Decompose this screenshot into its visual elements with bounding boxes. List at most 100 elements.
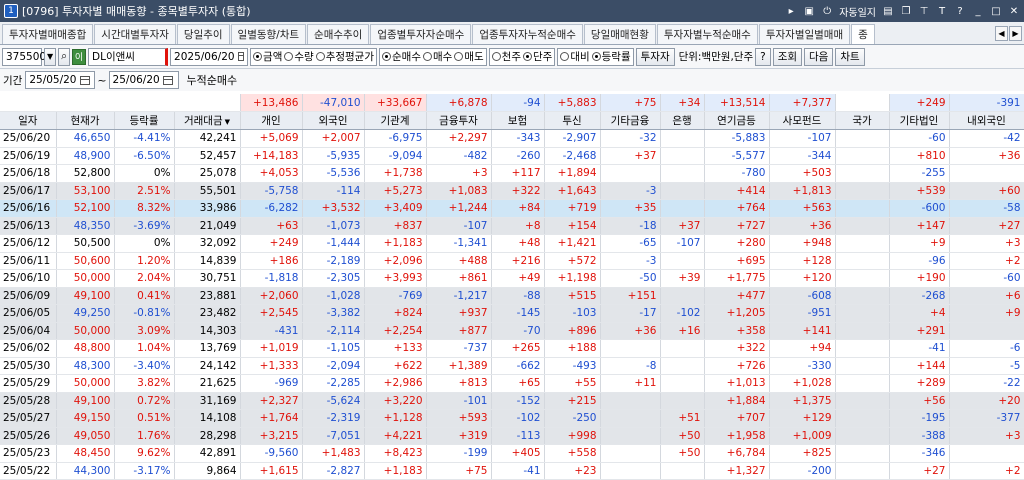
cell-price: 46,650 [56, 129, 115, 148]
column-header-change-rate[interactable]: 등락률 [114, 111, 175, 130]
radio-avg-price[interactable]: 추정평균가 [315, 49, 374, 64]
summary-pension: +13,514 [704, 94, 770, 112]
table-row[interactable]: 25/06/04 50,000 3.09% 14,303 -431 -2,114 +2,25… [0, 322, 1024, 340]
table-row[interactable]: 25/05/26 49,050 1.76% 28,298 +3,215 -7,051 +4,… [0, 427, 1024, 445]
radio-quantity[interactable]: 수량 [284, 49, 314, 64]
column-header-trust[interactable]: 투신 [544, 111, 601, 130]
table-row[interactable]: 25/06/12 50,500 0% 32,092 +249 -1,444 +1,183 -1… [0, 234, 1024, 253]
search-button[interactable]: ⌕ [58, 47, 71, 66]
table-row[interactable]: 25/06/11 50,600 1.20% 14,839 +186 -2,189 +2,09… [0, 252, 1024, 270]
period-from-value: 25/05/20 [29, 74, 77, 86]
play-icon[interactable]: ▸ [785, 6, 797, 17]
column-header-domestic-foreign[interactable]: 내외국인 [949, 111, 1024, 130]
column-header-insurance[interactable]: 보험 [491, 111, 545, 130]
radio-buy[interactable]: 매수 [423, 49, 452, 64]
table-row[interactable]: 25/05/22 44,300 -3.17% 9,864 +1,615 -2,827 +1,… [0, 462, 1024, 480]
window-titlebar: 1 [0796] 투자자별 매매동향 - 종목별투자자 (통합) ▸ ▣ ⏻ 자… [0, 0, 1024, 22]
cell-price: 49,150 [56, 409, 115, 428]
help-icon[interactable]: ? [954, 6, 966, 17]
column-header-price[interactable]: 현재가 [56, 111, 115, 130]
column-header-other-corp[interactable]: 기타법인 [889, 111, 950, 130]
tab-time-investor[interactable]: 시간대별투자자 [94, 24, 176, 44]
radio-amount[interactable]: 금액 [253, 49, 282, 64]
calendar-icon[interactable] [237, 52, 245, 61]
tab-investor-daily[interactable]: 투자자별일별매매 [758, 24, 851, 44]
code-dropdown-button[interactable]: ▼ [44, 47, 57, 66]
column-header-institution[interactable]: 기관계 [364, 111, 427, 130]
column-header-individual[interactable]: 개인 [240, 111, 303, 130]
table-row[interactable]: 25/05/29 50,000 3.82% 21,625 -969 -2,285 +2,98… [0, 374, 1024, 393]
table-row[interactable]: 25/06/09 49,100 0.41% 23,881 +2,060 -1,028 -76… [0, 287, 1024, 305]
query-date-input[interactable]: 2025/06/20 [170, 47, 249, 66]
tab-scroll-left-icon[interactable]: ◀ [995, 26, 1008, 41]
tab-stock[interactable]: 종 [851, 24, 875, 44]
tab-sector-cum-net-buy[interactable]: 업종투자자누적순매수 [472, 24, 583, 44]
period-to-input[interactable]: 25/06/20 [108, 71, 179, 89]
radio-single-shares[interactable]: 단주 [522, 49, 552, 64]
column-header-other-financial[interactable]: 기타금융 [600, 111, 661, 130]
table-row[interactable]: 25/06/20 46,650 -4.41% 42,241 +5,069 +2,007 -6… [0, 129, 1024, 148]
summary-financial-inv: +6,878 [426, 94, 492, 112]
radio-compare[interactable]: 대비 [560, 49, 590, 64]
cell-institution: +824 [364, 304, 427, 323]
tab-intraday-trend[interactable]: 당일추이 [176, 24, 230, 44]
column-header-trade-value[interactable]: 거래대금 ▼ [174, 111, 241, 130]
period-from-input[interactable]: 25/05/20 [25, 71, 96, 89]
next-button[interactable]: 다음 [804, 47, 834, 66]
tab-investor-summary[interactable]: 투자자별매매종합 [2, 24, 94, 44]
table-row[interactable]: 25/05/23 48,450 9.62% 42,891 -9,560 +1,483 +8,… [0, 444, 1024, 463]
tab-scroll-right-icon[interactable]: ▶ [1009, 26, 1022, 41]
table-row[interactable]: 25/06/16 52,100 8.32% 33,986 -6,282 +3,532 +3,… [0, 199, 1024, 218]
tab-daily-chart[interactable]: 일별동향/차트 [230, 24, 307, 44]
layout-icon[interactable]: ▤ [882, 6, 894, 17]
table-row[interactable]: 25/06/17 53,100 2.51% 55,501 -5,758 -114 +5,27… [0, 182, 1024, 200]
investor-button[interactable]: 투자자 [635, 47, 675, 66]
auto-close-label[interactable]: 자동일지 [839, 4, 876, 19]
cell-date: 25/06/11 [0, 252, 57, 270]
font-t-button[interactable]: T [936, 6, 948, 17]
cell-other-corp: +289 [889, 374, 950, 393]
stock-code-input[interactable]: 375500 [2, 47, 46, 66]
table-row[interactable]: 25/05/30 48,300 -3.40% 24,142 +1,333 -2,094 +6… [0, 357, 1024, 375]
column-header-government[interactable]: 국가 [835, 111, 890, 130]
table-row[interactable]: 25/06/19 48,900 -6.50% 52,457 +14,183 -5,935-… [0, 147, 1024, 165]
copy-icon[interactable]: ❐ [900, 6, 912, 17]
tab-investor-cum-net-buy[interactable]: 투자자별누적순매수 [656, 24, 758, 44]
radio-thousand-shares[interactable]: 천주 [491, 49, 521, 64]
table-row[interactable]: 25/06/10 50,000 2.04% 30,751 -1,818 -2,305 +3,… [0, 269, 1024, 288]
calendar-icon[interactable] [79, 75, 90, 85]
table-row[interactable]: 25/06/18 52,800 0% 25,078 +4,053 -5,536 +1,738… [0, 164, 1024, 183]
column-header-private-fund[interactable]: 사모펀드 [769, 111, 836, 130]
column-header-bank[interactable]: 은행 [660, 111, 705, 130]
column-header-date[interactable]: 일자 [0, 111, 57, 130]
column-header-financial-inv[interactable]: 금융투자 [426, 111, 492, 130]
table-row[interactable]: 25/05/28 49,100 0.72% 31,169 +2,327 -5,624 +3,… [0, 392, 1024, 410]
cell-institution: +2,254 [364, 322, 427, 340]
query-button[interactable]: 조회 [772, 47, 803, 66]
minimize-icon[interactable]: _ [972, 6, 984, 17]
pin-icon[interactable]: ⊤ [918, 6, 930, 17]
help-button[interactable]: ? [755, 47, 771, 66]
chart-button[interactable]: 차트 [835, 47, 865, 66]
column-header-pension[interactable]: 연기금등 [704, 111, 770, 130]
calendar-icon[interactable] [162, 75, 173, 85]
tab-sector-net-buy[interactable]: 업종별투자자순매수 [370, 24, 472, 44]
maximize-icon[interactable]: □ [990, 6, 1002, 17]
table-row[interactable]: 25/06/02 48,800 1.04% 13,769 +1,019 -1,105 +13… [0, 339, 1024, 358]
table-row[interactable]: 25/06/05 49,250 -0.81% 23,482 +2,545 -3,382 +8… [0, 304, 1024, 323]
table-row[interactable]: 25/06/13 48,350 -3.69% 21,049 +63 -1,073 +837-… [0, 217, 1024, 235]
radio-net-buy[interactable]: 순매수 [382, 49, 421, 64]
stock-name-field[interactable]: DL이앤씨 [88, 47, 169, 66]
radio-sell[interactable]: 매도 [454, 49, 484, 64]
table-row[interactable]: 25/05/27 49,150 0.51% 14,108 +1,764 -2,319 +1,… [0, 409, 1024, 428]
column-header-foreign[interactable]: 외국인 [302, 111, 365, 130]
cell-other-financial [600, 339, 661, 358]
period-label: 기간 [3, 74, 23, 87]
sort-down-icon[interactable]: ▼ [225, 118, 230, 126]
radio-change-rate[interactable]: 등락률 [591, 49, 631, 64]
close-icon[interactable]: ✕ [1008, 6, 1020, 17]
screen-icon[interactable]: ▣ [803, 6, 815, 17]
alarm-icon[interactable]: ⏻ [821, 6, 833, 17]
tab-net-buy-trend[interactable]: 순매수추이 [307, 24, 370, 44]
tab-intraday-status[interactable]: 당일매매현황 [583, 24, 656, 44]
